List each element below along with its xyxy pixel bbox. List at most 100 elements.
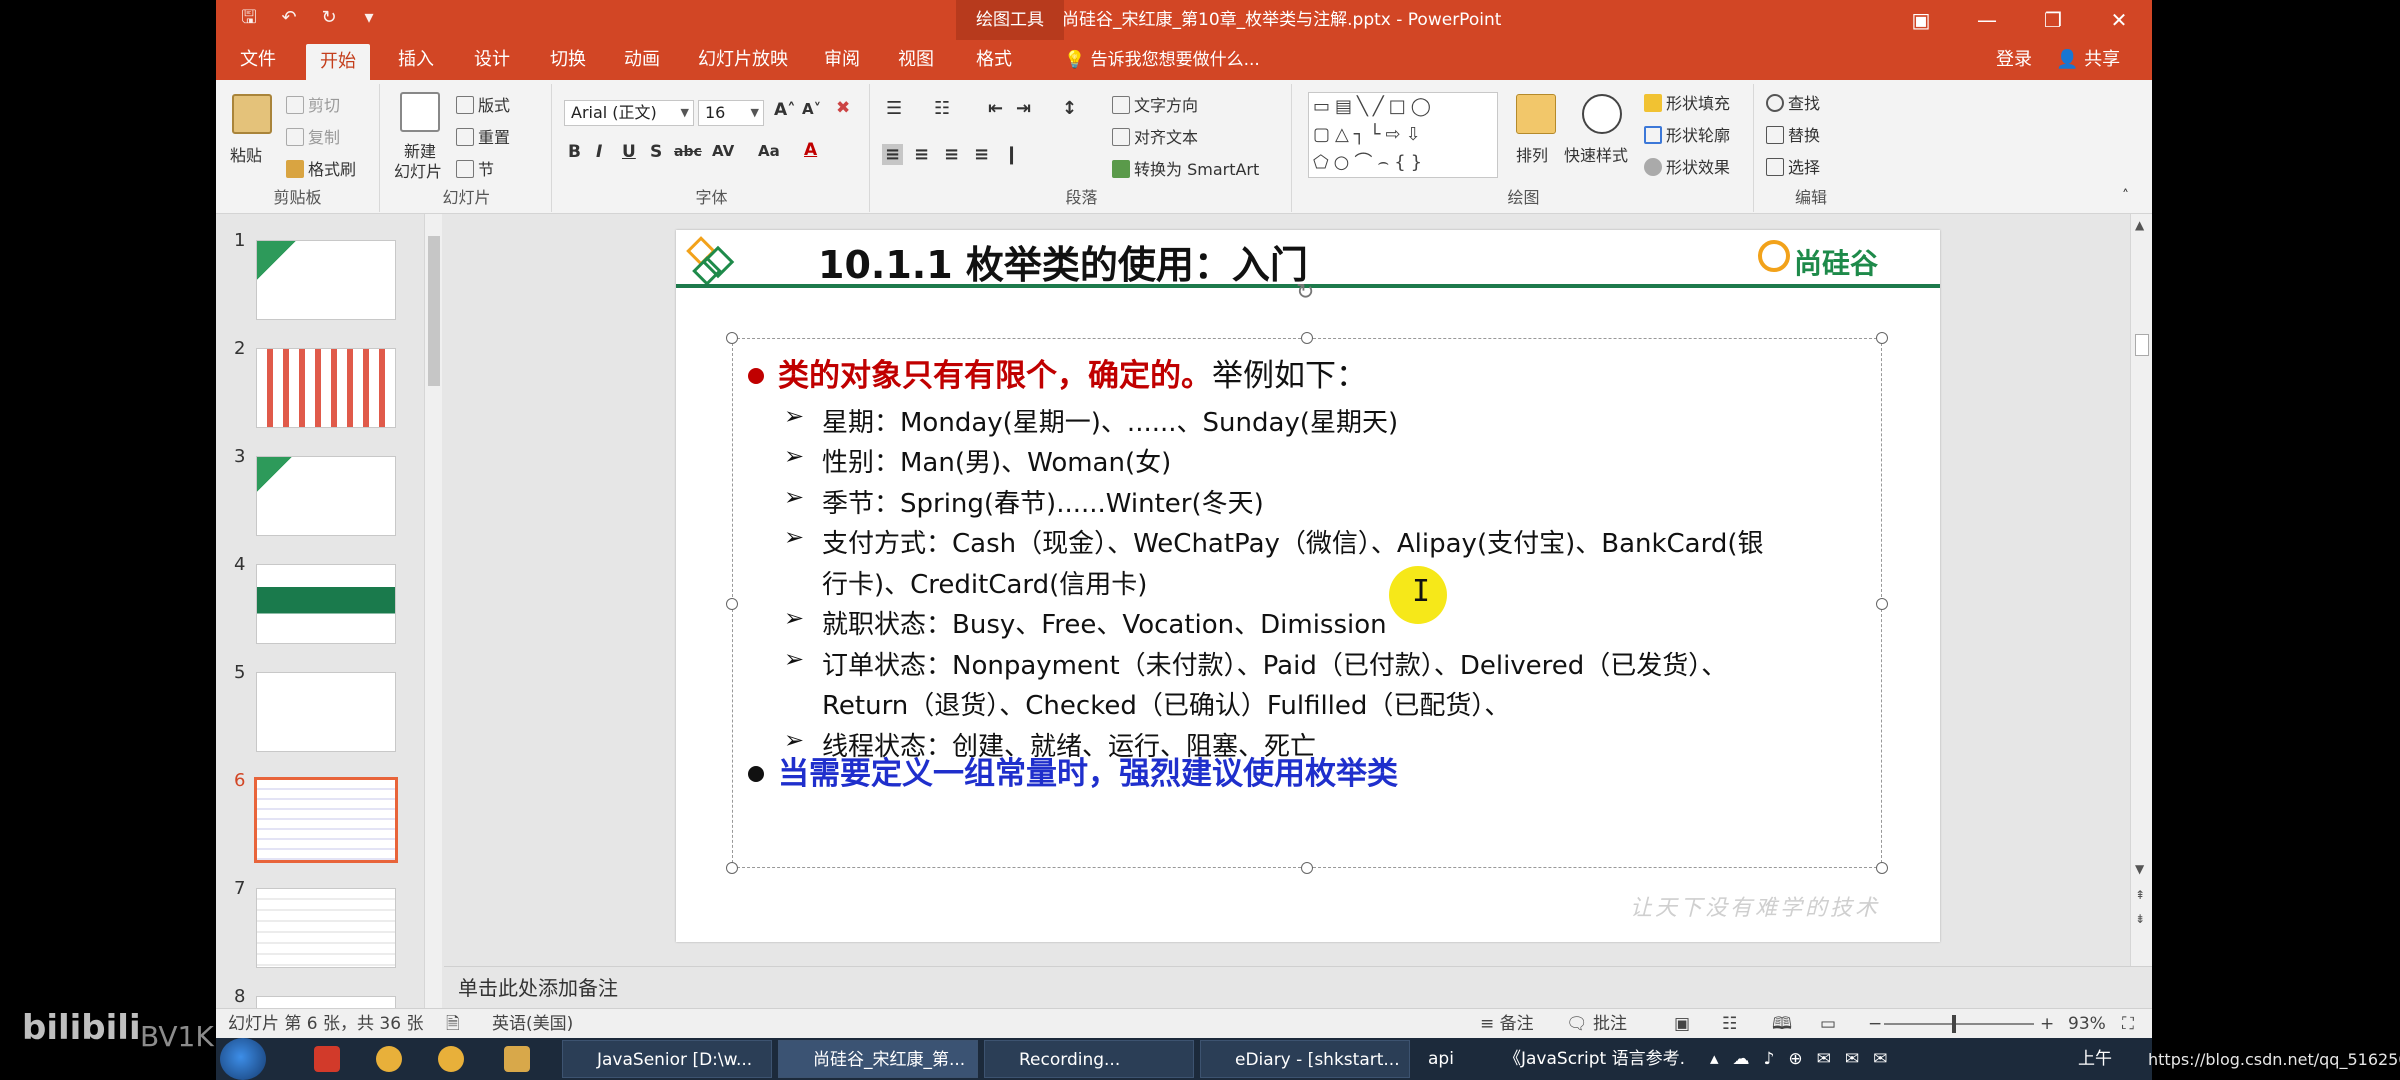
- slide-thumbnail-5[interactable]: [256, 672, 396, 752]
- slide-sorter-icon[interactable]: ☷: [1722, 1009, 1737, 1039]
- prev-slide-icon[interactable]: ⇞: [2135, 888, 2145, 902]
- resize-handle[interactable]: [1876, 598, 1888, 610]
- sub-bullet[interactable]: ➢ 订单状态：Nonpayment（未付款）、Paid（已付款）、Delivere…: [784, 645, 1727, 682]
- taskbar-item-recording[interactable]: Recording...: [984, 1040, 1194, 1078]
- scroll-up-icon[interactable]: ▲: [2135, 218, 2144, 232]
- sub-bullet[interactable]: ➢ 星期：Monday(星期一)、......、Sunday(星期天): [784, 402, 1398, 439]
- find-button[interactable]: 查找: [1766, 90, 1820, 114]
- undo-icon[interactable]: ↶: [278, 6, 300, 30]
- scroll-down-icon[interactable]: ▼: [2135, 862, 2144, 876]
- toolbar-label[interactable]: api: [1428, 1038, 1454, 1080]
- tab-home[interactable]: 开始: [306, 44, 370, 80]
- customize-icon[interactable]: ▾: [358, 6, 380, 30]
- system-tray[interactable]: ▴☁♪⊕✉✉✉: [1710, 1038, 1901, 1080]
- slide-thumbnail-8[interactable]: [256, 996, 396, 1008]
- slide-canvas[interactable]: 10.1.1 枚举类的使用：入门 尚硅谷 让天下没有难学的技术 ↻ 类的对象只有…: [676, 230, 1940, 942]
- text-direction-button[interactable]: 文字方向: [1112, 92, 1198, 116]
- shadow-icon[interactable]: S: [650, 142, 662, 162]
- arrange-button[interactable]: 排列: [1516, 142, 1548, 166]
- sub-bullet[interactable]: ➢ 性别：Man(男)、Woman(女): [784, 442, 1171, 479]
- taskbar-clock[interactable]: 上午 9:27: [2078, 1038, 2152, 1080]
- quick-styles-icon[interactable]: [1582, 94, 1622, 134]
- smartart-button[interactable]: 转换为 SmartArt: [1112, 156, 1259, 180]
- slide-title[interactable]: 10.1.1 枚举类的使用：入门: [818, 234, 1308, 289]
- paste-icon[interactable]: [232, 94, 272, 134]
- app-icon[interactable]: [314, 1046, 340, 1072]
- tab-view[interactable]: 视图: [884, 40, 948, 80]
- new-slide-label-2[interactable]: 幻灯片: [394, 158, 442, 182]
- save-icon[interactable]: 🖫: [238, 6, 260, 30]
- editor-scrollbar[interactable]: ▲ ▼ ⇞ ⇟: [2130, 214, 2152, 966]
- font-color-icon[interactable]: A: [804, 140, 817, 160]
- resize-handle[interactable]: [726, 598, 738, 610]
- taskbar-item-powerpoint[interactable]: 尚硅谷_宋红康_第...: [778, 1040, 978, 1078]
- tab-transitions[interactable]: 切换: [536, 40, 600, 80]
- tab-insert[interactable]: 插入: [384, 40, 448, 80]
- taskbar-item-ediary[interactable]: eDiary - [shkstart...: [1200, 1040, 1410, 1078]
- tab-slideshow[interactable]: 幻灯片放映: [684, 40, 802, 80]
- ribbon-display-icon[interactable]: ▣: [1888, 0, 1954, 40]
- notes-pane[interactable]: 单击此处添加备注: [444, 966, 2152, 1008]
- resize-handle[interactable]: [1301, 332, 1313, 344]
- tab-review[interactable]: 审阅: [810, 40, 874, 80]
- tab-file[interactable]: 文件: [226, 40, 290, 80]
- sub-bullet-continuation[interactable]: 行卡)、CreditCard(信用卡): [822, 564, 1147, 601]
- zoom-in-icon[interactable]: +: [2040, 1009, 2054, 1039]
- restore-icon[interactable]: ❐: [2020, 0, 2086, 40]
- line-spacing-icon[interactable]: ↕: [1062, 98, 1077, 119]
- slide-thumbnail-4[interactable]: [256, 564, 396, 644]
- zoom-slider[interactable]: [1884, 1023, 2034, 1025]
- resize-handle[interactable]: [726, 332, 738, 344]
- underline-icon[interactable]: U: [622, 142, 636, 162]
- slide-thumbnail-3[interactable]: [256, 456, 396, 536]
- slide-thumbnail-2[interactable]: [256, 348, 396, 428]
- slide-thumbnail-6[interactable]: [254, 777, 398, 863]
- resize-handle[interactable]: [1876, 862, 1888, 874]
- align-center-icon[interactable]: ≡: [914, 144, 929, 165]
- reading-view-icon[interactable]: 🕮: [1772, 1009, 1792, 1039]
- section-button[interactable]: 节: [456, 156, 494, 180]
- taskbar-item-javasenior[interactable]: JavaSenior [D:\w...: [562, 1040, 772, 1078]
- share-button[interactable]: 👤 共享: [2056, 40, 2120, 80]
- collapse-ribbon-icon[interactable]: ˄: [2122, 188, 2129, 204]
- shape-fill-button[interactable]: 形状填充: [1644, 90, 1730, 114]
- tab-animations[interactable]: 动画: [610, 40, 674, 80]
- cut-button[interactable]: 剪切: [286, 92, 340, 116]
- resize-handle[interactable]: [1301, 862, 1313, 874]
- spellcheck-icon[interactable]: 🗎: [446, 1009, 460, 1039]
- strikethrough-icon[interactable]: abc: [674, 144, 702, 160]
- columns-icon[interactable]: ❙: [1004, 144, 1019, 165]
- sub-bullet[interactable]: ➢ 就职状态：Busy、Free、Vocation、Dimission: [784, 604, 1387, 641]
- slide-thumbnail-1[interactable]: [256, 240, 396, 320]
- reset-button[interactable]: 重置: [456, 124, 510, 148]
- thumbnail-scrollbar[interactable]: [424, 214, 442, 1008]
- slideshow-icon[interactable]: ▭: [1820, 1009, 1836, 1039]
- align-right-icon[interactable]: ≡: [944, 144, 959, 165]
- font-size-combo[interactable]: 16 ▼: [698, 100, 764, 126]
- justify-icon[interactable]: ≡: [974, 144, 989, 165]
- resize-handle[interactable]: [726, 862, 738, 874]
- comments-toggle[interactable]: 🗨 批注: [1566, 1009, 1627, 1039]
- chrome-icon[interactable]: [376, 1046, 402, 1072]
- align-left-icon[interactable]: ≡: [882, 144, 904, 165]
- scroll-thumb[interactable]: [428, 236, 440, 386]
- bullets-icon[interactable]: ☰: [886, 98, 902, 119]
- next-slide-icon[interactable]: ⇟: [2135, 912, 2145, 926]
- tab-format[interactable]: 格式: [962, 40, 1026, 80]
- select-button[interactable]: 选择: [1766, 154, 1820, 178]
- shapes-gallery[interactable]: ▭▤╲╱□◯ ▢△┐└⇨⇩ ⬠○⌒⌢{}: [1308, 92, 1498, 178]
- paste-button[interactable]: 粘贴: [230, 142, 262, 166]
- normal-view-icon[interactable]: ▣: [1674, 1009, 1690, 1039]
- shape-outline-button[interactable]: 形状轮廓: [1644, 122, 1730, 146]
- sub-bullet[interactable]: ➢ 支付方式：Cash（现金）、WeChatPay（微信）、Alipay(支付宝)…: [784, 523, 1764, 560]
- bold-icon[interactable]: B: [568, 142, 581, 162]
- scroll-thumb[interactable]: [2135, 334, 2149, 356]
- arrange-icon[interactable]: [1516, 94, 1556, 134]
- zoom-slider-knob[interactable]: [1952, 1015, 1956, 1033]
- start-button-icon[interactable]: [220, 1038, 266, 1080]
- font-name-combo[interactable]: Arial (正文) ▼: [564, 100, 694, 126]
- bullet-main-2[interactable]: 当需要定义一组常量时，强烈建议使用枚举类: [748, 748, 1398, 793]
- resize-handle[interactable]: [1876, 332, 1888, 344]
- italic-icon[interactable]: I: [596, 142, 602, 162]
- chrome-icon[interactable]: [438, 1046, 464, 1072]
